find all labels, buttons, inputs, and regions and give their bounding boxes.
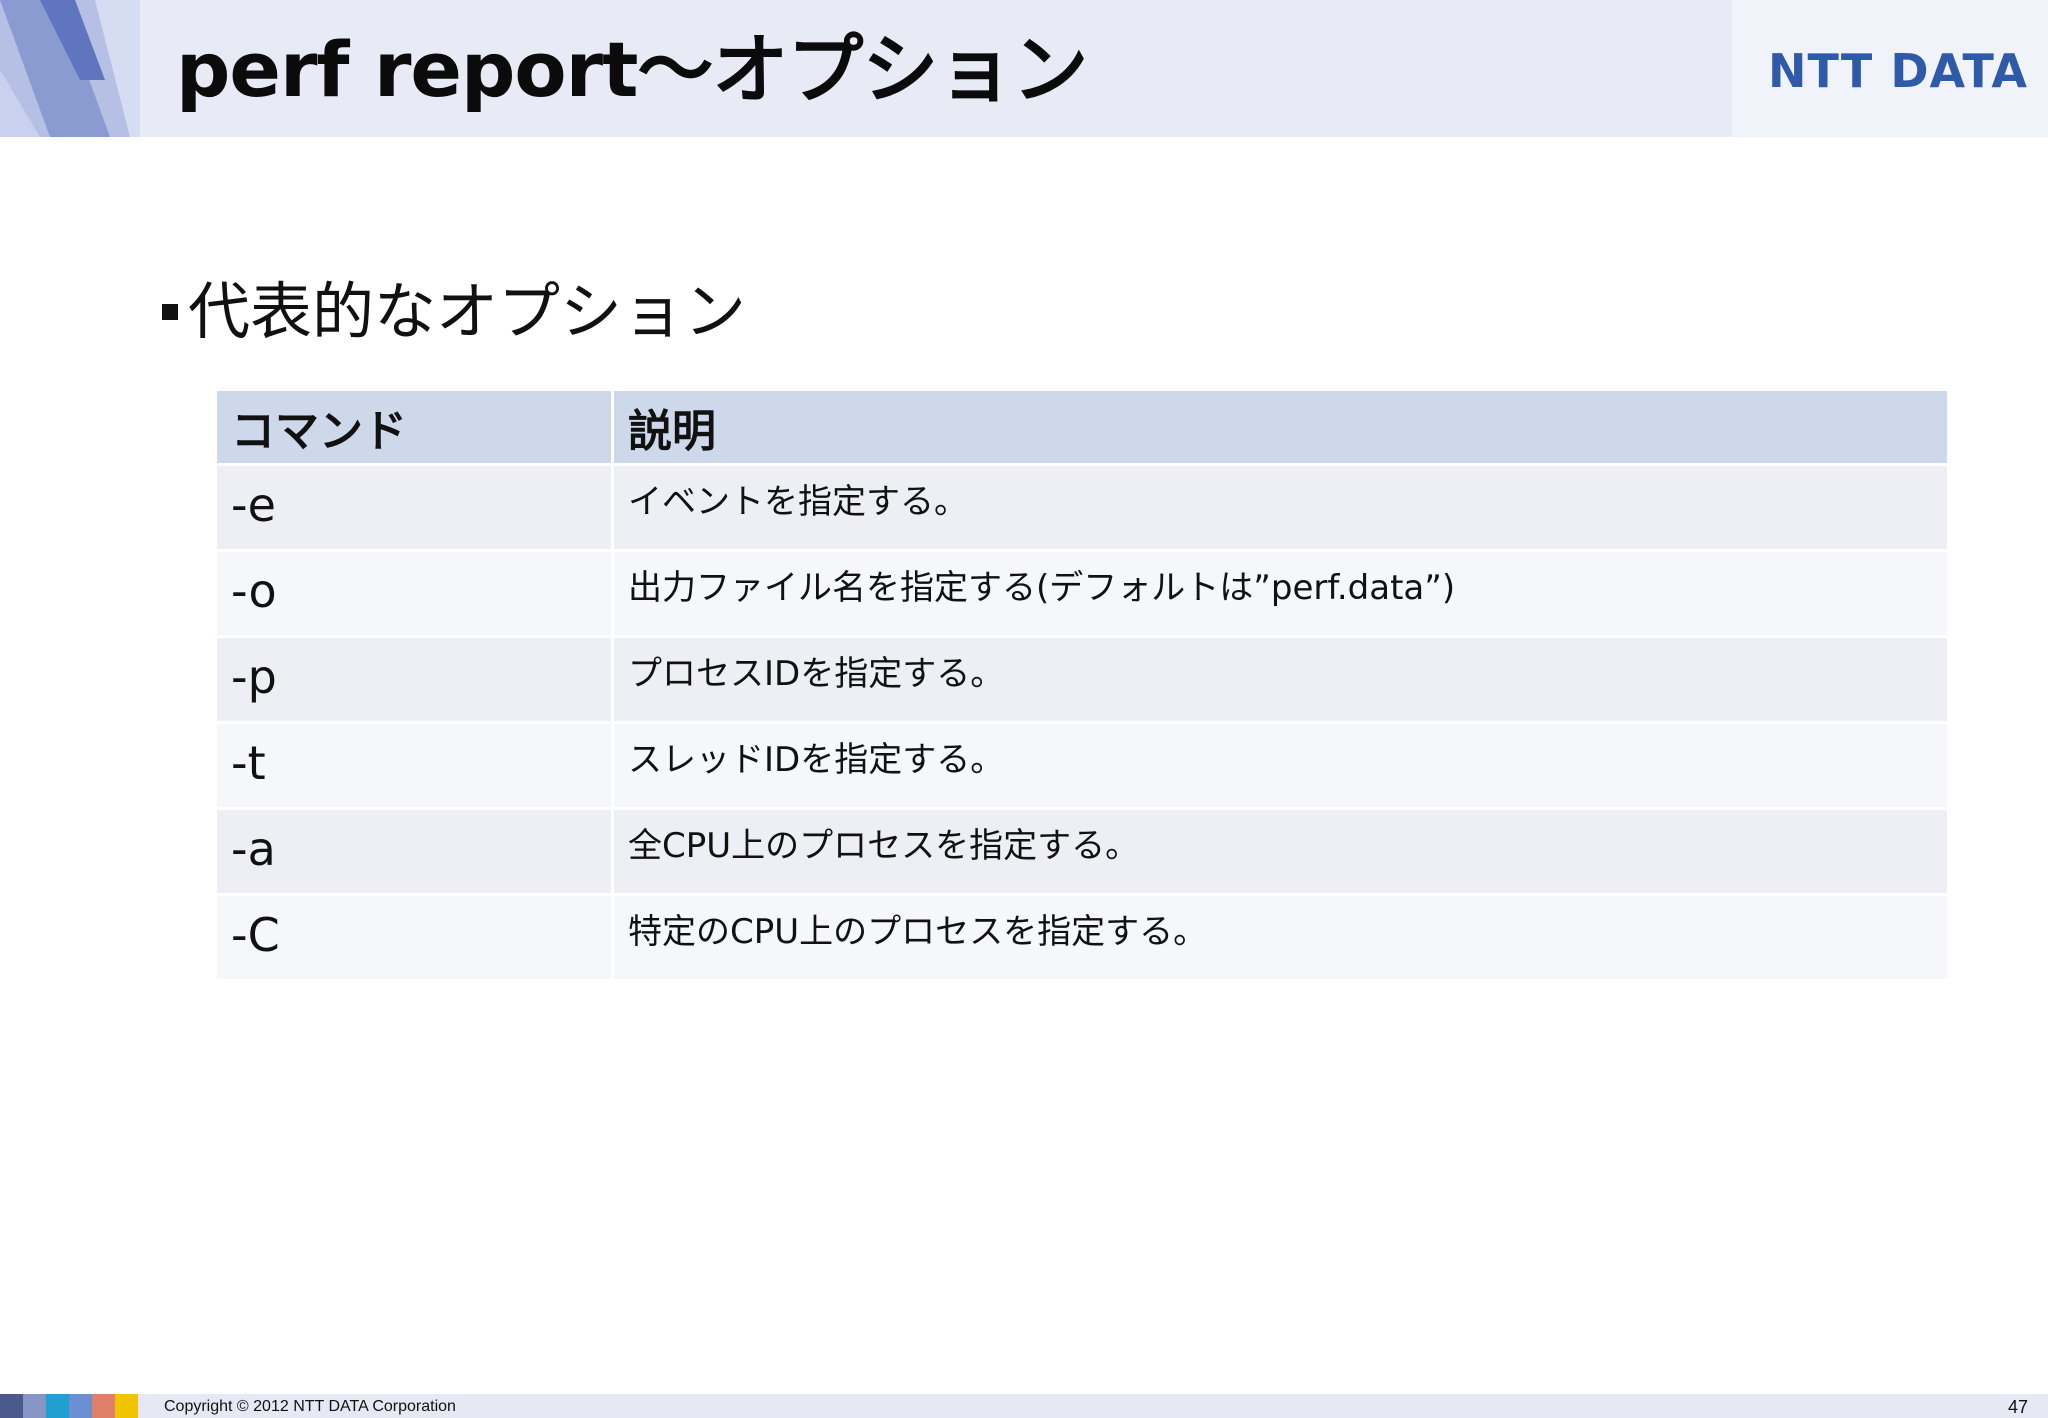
command-cell: -o bbox=[214, 549, 614, 638]
footer-swatch bbox=[92, 1394, 115, 1418]
footer-swatch bbox=[115, 1394, 138, 1418]
page-title: perf report～オプション bbox=[176, 25, 1088, 114]
footer-swatch bbox=[0, 1394, 23, 1418]
bullet-icon bbox=[162, 303, 178, 320]
command-cell: -p bbox=[214, 635, 614, 724]
command-cell: -a bbox=[214, 807, 614, 896]
description-cell: 特定のCPU上のプロセスを指定する。 bbox=[611, 893, 1950, 982]
description-cell: 出力ファイル名を指定する(デフォルトは”perf.data”) bbox=[611, 549, 1950, 638]
footer-swatch bbox=[69, 1394, 92, 1418]
ntt-data-logo: NTT DATA bbox=[1768, 44, 2028, 98]
table-row: -p プロセスIDを指定する。 bbox=[214, 635, 1950, 724]
table-row: -a 全CPU上のプロセスを指定する。 bbox=[214, 807, 1950, 896]
section-heading: 代表的なオプション bbox=[162, 272, 746, 352]
table-row: -t スレッドIDを指定する。 bbox=[214, 721, 1950, 810]
description-cell: 全CPU上のプロセスを指定する。 bbox=[611, 807, 1950, 896]
description-cell: イベントを指定する。 bbox=[611, 463, 1950, 552]
page-number: 47 bbox=[2007, 1397, 2028, 1417]
command-cell: -t bbox=[214, 721, 614, 810]
corner-graphic bbox=[0, 0, 140, 137]
section-heading-text: 代表的なオプション bbox=[188, 275, 747, 348]
command-cell: -C bbox=[214, 893, 614, 982]
options-table: コマンド 説明 -e イベントを指定する。 -o 出力ファイル名を指定する(デフ… bbox=[214, 388, 1950, 982]
copyright-text: Copyright © 2012 NTT DATA Corporation bbox=[164, 1398, 456, 1415]
description-cell: プロセスIDを指定する。 bbox=[611, 635, 1950, 724]
description-cell: スレッドIDを指定する。 bbox=[611, 721, 1950, 810]
footer-swatch bbox=[46, 1394, 69, 1418]
table-row: -C 特定のCPU上のプロセスを指定する。 bbox=[214, 893, 1950, 982]
column-header-description: 説明 bbox=[611, 388, 1950, 466]
command-cell: -e bbox=[214, 463, 614, 552]
table-row: -o 出力ファイル名を指定する(デフォルトは”perf.data”) bbox=[214, 549, 1950, 638]
column-header-command: コマンド bbox=[214, 388, 614, 466]
table-header-row: コマンド 説明 bbox=[214, 388, 1950, 466]
table-row: -e イベントを指定する。 bbox=[214, 463, 1950, 552]
footer-swatch bbox=[23, 1394, 46, 1418]
